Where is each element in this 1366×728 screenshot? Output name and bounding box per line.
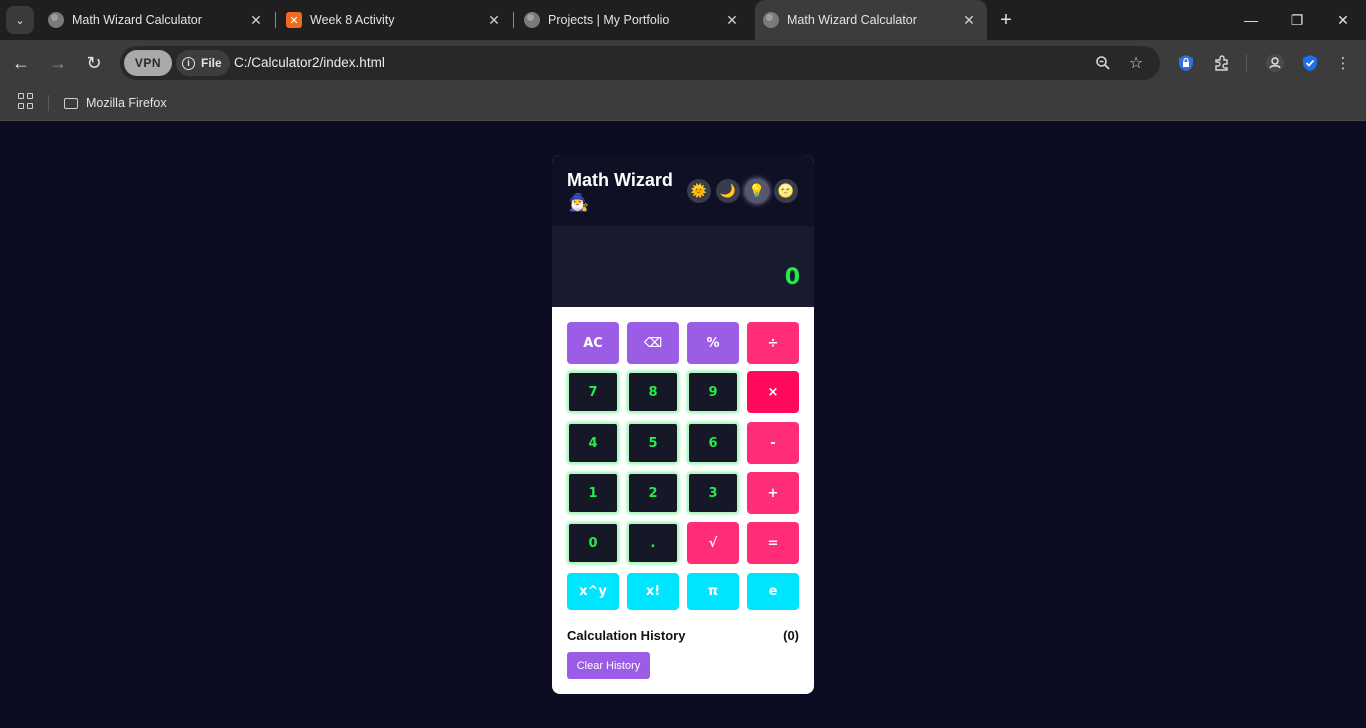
star-icon[interactable]: ☆ [1125, 52, 1147, 74]
back-button[interactable]: ← [8, 50, 34, 76]
key-5[interactable]: 5 [627, 422, 679, 464]
calculator-display: 0 [552, 226, 814, 307]
close-icon: ✕ [1337, 11, 1349, 28]
bookmark-label: Mozilla Firefox [86, 96, 167, 110]
lock-extension-icon[interactable] [1173, 50, 1199, 76]
forward-button[interactable]: → [45, 50, 71, 76]
menu-icon[interactable]: ⋮ [1330, 50, 1356, 76]
close-icon[interactable]: ✕ [961, 12, 977, 28]
globe-icon [48, 12, 64, 28]
key-euler[interactable]: e [747, 573, 799, 610]
key-4[interactable]: 4 [567, 422, 619, 464]
tab-search-button[interactable]: ⌄ [6, 6, 34, 34]
tab-math-wizard-1[interactable]: Math Wizard Calculator ✕ [40, 0, 274, 40]
toolbar-separator [1246, 54, 1247, 72]
bookmark-separator [48, 95, 49, 111]
key-7[interactable]: 7 [567, 371, 619, 413]
profile-icon[interactable] [1262, 50, 1288, 76]
key-9[interactable]: 9 [687, 371, 739, 413]
address-bar[interactable]: VPN i File C:/Calculator2/index.html ☆ [120, 46, 1160, 80]
key-3[interactable]: 3 [687, 472, 739, 514]
minimize-button[interactable]: — [1228, 0, 1274, 40]
new-tab-button[interactable]: + [994, 8, 1018, 32]
zoom-icon[interactable] [1092, 52, 1114, 74]
key-0[interactable]: 0 [567, 522, 619, 564]
folder-icon [64, 97, 78, 109]
tab-separator [275, 12, 276, 28]
key-equals[interactable]: = [747, 522, 799, 564]
face-icon: 🌝 [777, 183, 795, 198]
bulb-theme-button[interactable]: 💡 [745, 179, 769, 203]
file-label: File [201, 56, 222, 70]
arrow-left-icon: ← [12, 52, 30, 73]
sun-theme-button[interactable]: 🌞 [687, 179, 711, 203]
tab-title: Projects | My Portfolio [548, 13, 670, 27]
calculator-card: Math Wizard 🧙‍♂️ 🌞 🌙 💡 🌝 0 AC ⌫ % ÷ 7 8 … [552, 155, 814, 694]
key-factorial[interactable]: x! [627, 573, 679, 610]
chevron-down-icon: ⌄ [15, 14, 25, 27]
tab-title: Math Wizard Calculator [787, 13, 917, 27]
key-decimal[interactable]: . [627, 522, 679, 564]
close-icon[interactable]: ✕ [248, 12, 264, 28]
calculator-title: Math Wizard [567, 170, 673, 190]
key-divide[interactable]: ÷ [747, 322, 799, 364]
key-minus[interactable]: - [747, 422, 799, 464]
bookmark-folder-mozilla-firefox[interactable]: Mozilla Firefox [64, 93, 167, 113]
key-percent[interactable]: % [687, 322, 739, 364]
key-pi[interactable]: π [687, 573, 739, 610]
wizard-emoji: 🧙‍♂️ [568, 193, 590, 212]
key-backspace[interactable]: ⌫ [627, 322, 679, 364]
vpn-label: VPN [134, 56, 162, 70]
bookmarks-bar: Mozilla Firefox [0, 85, 1366, 121]
globe-icon [763, 12, 779, 28]
display-value: 0 [784, 265, 800, 290]
key-plus[interactable]: + [747, 472, 799, 514]
globe-icon [524, 12, 540, 28]
history-count: (0) [783, 628, 799, 643]
moon-theme-button[interactable]: 🌙 [716, 179, 740, 203]
close-icon[interactable]: ✕ [486, 12, 502, 28]
tab-title: Week 8 Activity [310, 13, 395, 27]
tab-week-8-activity[interactable]: ✕ Week 8 Activity ✕ [278, 0, 512, 40]
key-1[interactable]: 1 [567, 472, 619, 514]
close-icon[interactable]: ✕ [724, 12, 740, 28]
vpn-button[interactable]: VPN [124, 50, 172, 76]
xampp-icon: ✕ [286, 12, 302, 28]
tab-projects-portfolio[interactable]: Projects | My Portfolio ✕ [516, 0, 750, 40]
key-8[interactable]: 8 [627, 371, 679, 413]
calculator-header: Math Wizard 🧙‍♂️ 🌞 🌙 💡 🌝 [552, 155, 814, 226]
sun-icon: 🌞 [690, 183, 708, 198]
reload-icon: ↻ [86, 52, 102, 73]
restore-button[interactable]: ❐ [1274, 0, 1320, 40]
plus-icon: + [1000, 9, 1012, 31]
reload-button[interactable]: ↻ [81, 50, 107, 76]
moon-icon: 🌙 [719, 183, 737, 198]
key-power[interactable]: x^y [567, 573, 619, 610]
extensions-icon[interactable] [1209, 50, 1235, 76]
key-multiply[interactable]: × [747, 371, 799, 413]
key-ac[interactable]: AC [567, 322, 619, 364]
tab-math-wizard-active[interactable]: Math Wizard Calculator ✕ [755, 0, 987, 40]
face-theme-button[interactable]: 🌝 [774, 179, 798, 203]
browser-toolbar: ← → ↻ VPN i File C:/Calculator2/index.ht… [0, 40, 1366, 85]
key-6[interactable]: 6 [687, 422, 739, 464]
tab-strip: ⌄ Math Wizard Calculator ✕ ✕ Week 8 Acti… [0, 0, 1366, 40]
arrow-right-icon: → [49, 52, 67, 73]
apps-grid-icon[interactable] [18, 93, 34, 109]
info-icon: i [182, 56, 195, 70]
tab-separator [513, 12, 514, 28]
url-text[interactable]: C:/Calculator2/index.html [234, 55, 385, 70]
lightbulb-icon: 💡 [748, 183, 766, 198]
key-sqrt[interactable]: √ [687, 522, 739, 564]
clear-history-button[interactable]: Clear History [567, 652, 650, 679]
shield-icon[interactable] [1297, 50, 1323, 76]
close-window-button[interactable]: ✕ [1320, 0, 1366, 40]
history-title: Calculation History [567, 628, 686, 643]
site-info-button[interactable]: i File [176, 50, 230, 76]
tab-title: Math Wizard Calculator [72, 13, 202, 27]
restore-icon: ❐ [1290, 11, 1304, 28]
minimize-icon: — [1244, 12, 1258, 28]
key-2[interactable]: 2 [627, 472, 679, 514]
